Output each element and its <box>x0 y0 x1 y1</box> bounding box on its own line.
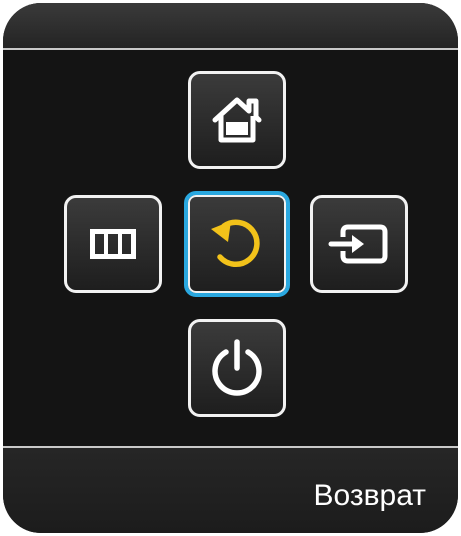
power-icon <box>208 338 266 398</box>
control-panel: Возврат <box>3 3 458 533</box>
menu-button[interactable] <box>64 195 162 293</box>
source-button[interactable] <box>310 195 408 293</box>
menu-icon <box>90 229 136 259</box>
top-band <box>3 3 458 48</box>
return-icon <box>206 213 268 275</box>
source-icon <box>328 221 390 267</box>
focused-function-label: Возврат <box>313 479 427 512</box>
home-icon <box>209 94 265 146</box>
top-divider <box>3 48 458 50</box>
home-button[interactable] <box>188 71 286 169</box>
power-button[interactable] <box>188 319 286 417</box>
return-button[interactable] <box>184 191 290 297</box>
